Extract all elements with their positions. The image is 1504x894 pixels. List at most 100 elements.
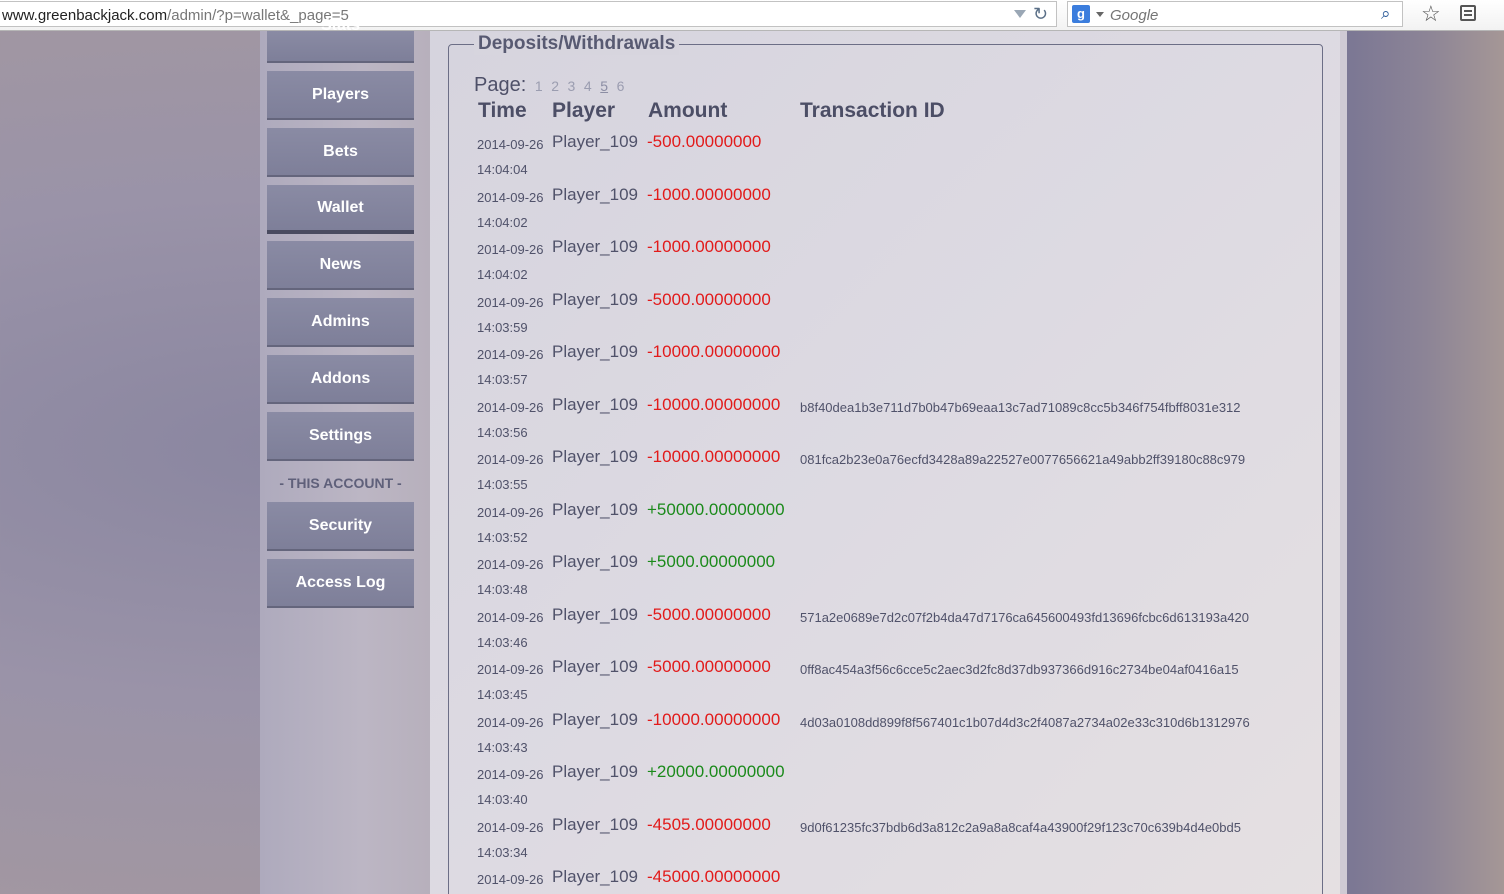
section-title: Deposits/Withdrawals — [474, 33, 680, 55]
row-player: Player_109 — [552, 867, 639, 886]
row-time: 14:03:34 — [477, 844, 528, 860]
row-amount: -5000.00000000 — [647, 604, 771, 624]
row-date: 2014-09-26 — [477, 242, 544, 257]
row-amount: -10000.00000000 — [647, 709, 781, 729]
google-icon[interactable]: g — [1072, 5, 1090, 23]
row-player: Player_109 — [552, 657, 639, 676]
row-amount: +50000.00000000 — [647, 499, 785, 519]
chevron-down-icon[interactable] — [1014, 10, 1026, 18]
nav-players-button[interactable]: Players — [267, 71, 414, 120]
row-time: 14:03:48 — [477, 582, 528, 597]
row-player: Player_109 — [552, 814, 639, 834]
page-link-1[interactable]: 1 — [535, 78, 543, 94]
row-amount: -5000.00000000 — [647, 289, 771, 309]
page-link-6[interactable]: 6 — [617, 78, 625, 94]
row-player: Player_109 — [552, 709, 639, 729]
address-bar[interactable]: www.greenbackjack.com/admin/?p=wallet&_p… — [0, 1, 1057, 27]
engine-dropdown-icon[interactable] — [1096, 12, 1104, 17]
pagination: Page: 1 2 3 4 5 6 — [474, 74, 624, 97]
table-row: 2014-09-26 14:03:57 Player_109 -10000.00000… — [0, 341, 1300, 393]
bookmarks-menu-icon[interactable] — [1460, 5, 1476, 21]
page-link-3[interactable]: 3 — [568, 78, 576, 94]
row-player: Player_109 — [552, 447, 639, 466]
row-player: Player_109 — [552, 184, 639, 204]
page-background — [1347, 31, 1504, 894]
row-time: 14:03:52 — [477, 529, 528, 545]
star-icon[interactable]: ☆ — [1421, 1, 1441, 27]
row-amount: +20000.00000000 — [647, 762, 785, 781]
row-date: 2014-09-26 — [477, 294, 544, 310]
table-row: 2014-09-26 Player_109 -45000.00000000 — [0, 866, 1300, 894]
column-header-txid: Transaction ID — [800, 99, 945, 122]
row-player: Player_109 — [552, 289, 639, 309]
row-date: 2014-09-26 — [477, 609, 544, 625]
table-row: 2014-09-26 14:03:34 Player_109 -4505.000000… — [0, 814, 1300, 866]
row-date: 2014-09-26 — [477, 557, 544, 572]
row-time: 14:03:56 — [477, 424, 528, 440]
row-amount: -1000.00000000 — [647, 184, 771, 204]
table-row: 2014-09-26 14:04:04 Player_109 -500.0000000… — [0, 131, 1300, 183]
table-row: 2014-09-26 14:03:45 Player_109 -5000.000000… — [0, 656, 1300, 708]
row-player: Player_109 — [552, 394, 639, 414]
magnifier-icon[interactable]: ⌕ — [1381, 4, 1391, 24]
page-link-4[interactable]: 4 — [584, 78, 592, 94]
row-amount: -1000.00000000 — [647, 237, 771, 256]
row-time: 14:03:40 — [477, 792, 528, 807]
row-time: 14:04:02 — [477, 214, 528, 230]
row-player: Player_109 — [552, 237, 639, 256]
row-player: Player_109 — [552, 342, 639, 361]
row-time: 14:03:46 — [477, 634, 528, 650]
row-date: 2014-09-26 — [477, 504, 544, 520]
reload-icon[interactable]: ↻ — [1033, 4, 1048, 25]
row-player: Player_109 — [552, 762, 639, 781]
table-row: 2014-09-26 14:03:52 Player_109 +50000.00000… — [0, 499, 1300, 551]
nav-stats-button[interactable]: Stats — [267, 17, 414, 63]
search-bar[interactable]: g ⌕ — [1067, 1, 1403, 27]
row-player: Player_109 — [552, 604, 639, 624]
page-link-5[interactable]: 5 — [600, 78, 608, 94]
row-transaction-id: 0ff8ac454a3f56c6cce5c2aec3d2fc8d37db9373… — [800, 662, 1239, 677]
table-row: 2014-09-26 14:04:02 Player_109 -1000.000000… — [0, 236, 1300, 288]
row-time: 14:03:45 — [477, 687, 528, 702]
column-header-time: Time — [478, 99, 527, 122]
row-date: 2014-09-26 — [477, 399, 544, 415]
row-date: 2014-09-26 — [477, 189, 544, 205]
page-label: Page: — [474, 74, 527, 96]
row-date: 2014-09-26 — [477, 662, 544, 677]
row-transaction-id: 4d03a0108dd899f8f567401c1b07d4d3c2f4087a… — [800, 714, 1250, 730]
row-time: 14:03:57 — [477, 372, 528, 387]
table-row: 2014-09-26 14:03:43 Player_109 -10000.00000… — [0, 709, 1300, 761]
browser-toolbar: www.greenbackjack.com/admin/?p=wallet&_p… — [0, 0, 1504, 31]
row-transaction-id: 571a2e0689e7d2c07f2b4da47d7176ca64560049… — [800, 609, 1249, 625]
row-date: 2014-09-26 — [477, 819, 544, 835]
column-header-player: Player — [552, 99, 616, 122]
row-time: 14:03:59 — [477, 319, 528, 335]
row-amount: -500.00000000 — [647, 132, 762, 151]
row-player: Player_109 — [552, 552, 639, 571]
row-amount: -10000.00000000 — [647, 342, 781, 361]
row-amount: -5000.00000000 — [647, 657, 771, 676]
row-date: 2014-09-26 — [477, 714, 544, 730]
table-row: 2014-09-26 14:03:46 Player_109 -5000.000000… — [0, 604, 1300, 656]
page-link-2[interactable]: 2 — [551, 78, 559, 94]
row-date: 2014-09-26 — [477, 347, 544, 362]
row-amount: -10000.00000000 — [647, 394, 781, 414]
table-row: 2014-09-26 14:03:56 Player_109 -10000.00000… — [0, 394, 1300, 446]
table-row: 2014-09-26 14:04:02 Player_109 -1000.000000… — [0, 184, 1300, 236]
row-player: Player_109 — [552, 499, 639, 519]
url-host: www.greenbackjack.com — [2, 7, 168, 24]
search-input[interactable] — [1108, 4, 1362, 26]
row-date: 2014-09-26 — [477, 767, 544, 782]
row-transaction-id: 081fca2b23e0a76ecfd3428a89a22527e0077656… — [800, 452, 1246, 467]
row-time: 14:03:43 — [477, 739, 528, 755]
column-header-amount: Amount — [648, 99, 728, 122]
row-date: 2014-09-26 — [477, 452, 544, 467]
address-text[interactable]: www.greenbackjack.com/admin/?p=wallet&_p… — [2, 7, 349, 24]
row-transaction-id: 9d0f61235fc37bdb6d3a812c2a9a8a8caf4a4390… — [800, 819, 1241, 835]
table-row: 2014-09-26 14:03:55 Player_109 -10000.00000… — [0, 446, 1300, 498]
row-transaction-id: b8f40dea1b3e711d7b0b47b69eaa13c7ad71089c… — [800, 399, 1241, 415]
row-amount: -10000.00000000 — [647, 447, 781, 466]
row-player: Player_109 — [552, 132, 639, 151]
row-time: 14:04:04 — [477, 162, 528, 177]
table-row: 2014-09-26 14:03:59 Player_109 -5000.000000… — [0, 289, 1300, 341]
